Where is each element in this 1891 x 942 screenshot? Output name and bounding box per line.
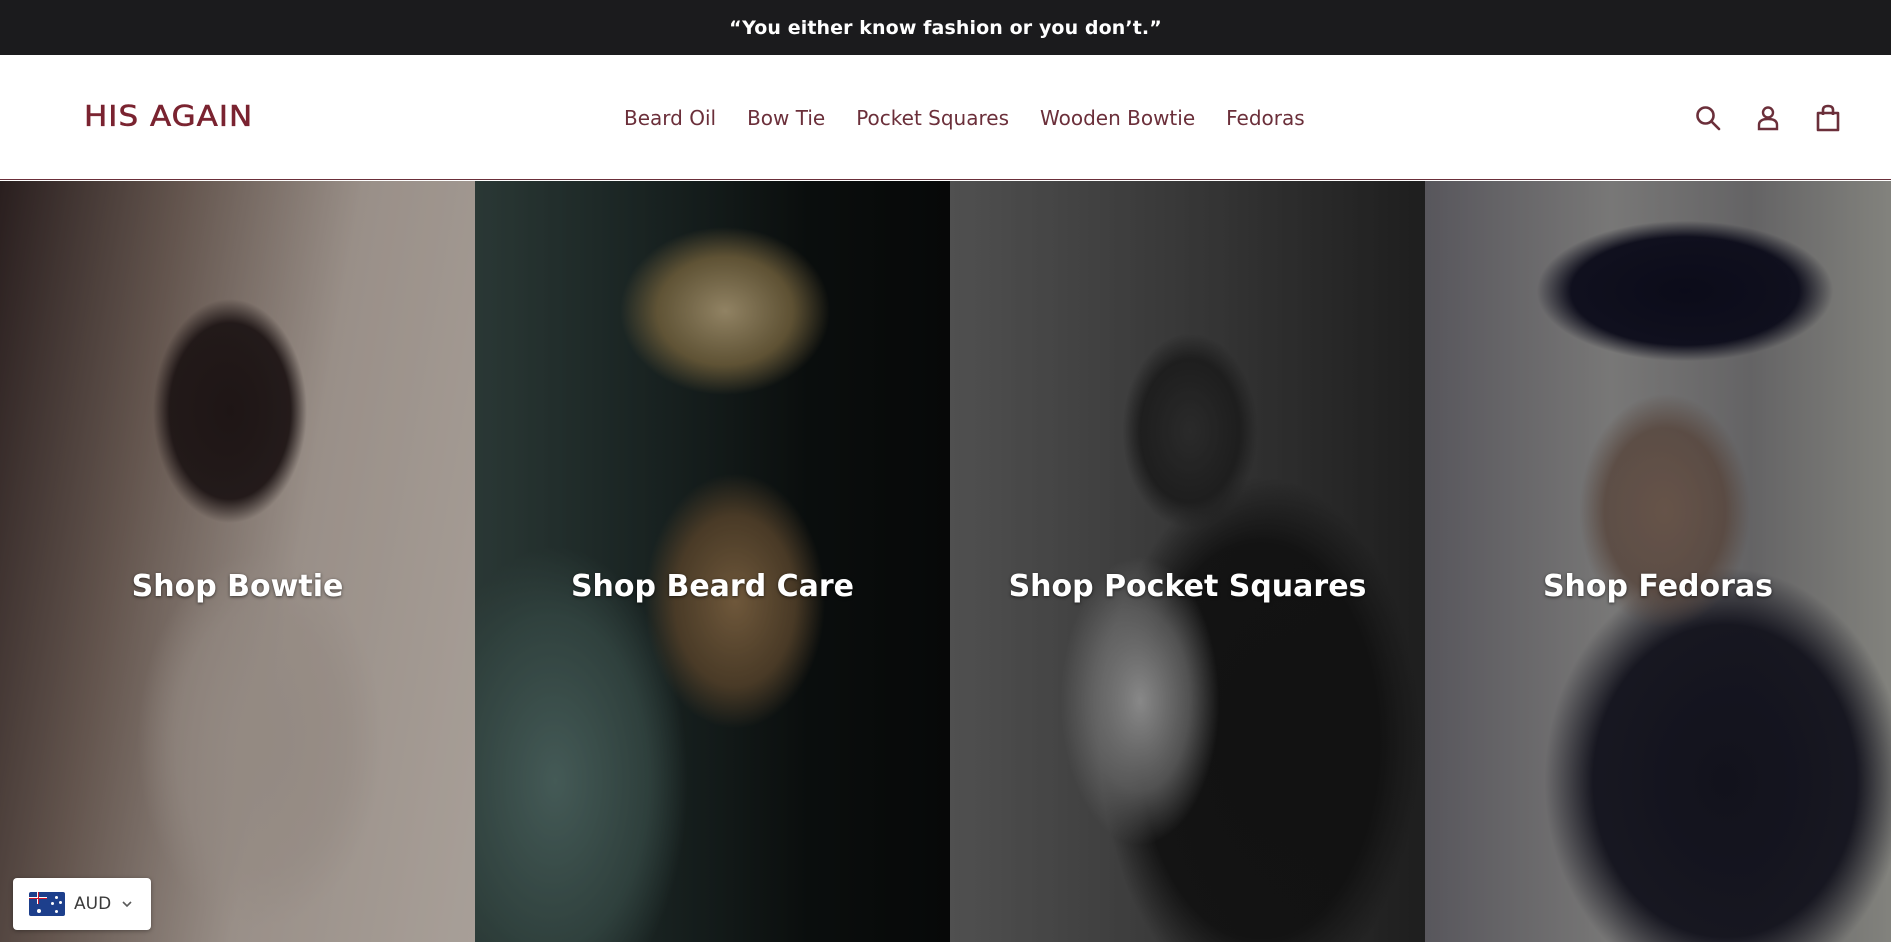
collection-collage: Shop Bowtie Shop Beard Care Shop Pocket … — [0, 181, 1891, 942]
australia-flag-icon — [29, 892, 65, 916]
tile-label: Shop Beard Care — [570, 569, 855, 604]
nav-item-beard-oil[interactable]: Beard Oil — [624, 106, 716, 130]
site-header: HIS AGAIN Beard Oil Bow Tie Pocket Squar… — [0, 55, 1891, 180]
currency-code: AUD — [74, 894, 112, 914]
collection-tile-beard-care[interactable]: Shop Beard Care — [475, 181, 950, 942]
store-logo[interactable]: HIS AGAIN — [84, 100, 253, 134]
chevron-down-icon — [122, 901, 132, 908]
collection-tile-pocket-squares[interactable]: Shop Pocket Squares — [950, 181, 1425, 942]
nav-item-bow-tie[interactable]: Bow Tie — [747, 106, 825, 130]
tile-label: Shop Pocket Squares — [1008, 569, 1367, 604]
account-icon[interactable] — [1753, 103, 1783, 133]
tile-label: Shop Fedoras — [1542, 569, 1774, 604]
announcement-text: “You either know fashion or you don’t.” — [729, 16, 1162, 39]
announcement-bar: “You either know fashion or you don’t.” — [0, 0, 1891, 55]
main-navigation: Beard Oil Bow Tie Pocket Squares Wooden … — [624, 55, 1336, 180]
nav-item-wooden-bowtie[interactable]: Wooden Bowtie — [1040, 106, 1195, 130]
tile-label: Shop Bowtie — [131, 569, 344, 604]
collection-tile-fedoras[interactable]: Shop Fedoras — [1425, 181, 1891, 942]
collection-tile-bowtie[interactable]: Shop Bowtie — [0, 181, 475, 942]
header-icons — [1693, 55, 1843, 180]
nav-item-pocket-squares[interactable]: Pocket Squares — [856, 106, 1009, 130]
search-icon[interactable] — [1693, 103, 1723, 133]
nav-item-fedoras[interactable]: Fedoras — [1226, 106, 1305, 130]
currency-selector[interactable]: AUD — [13, 878, 151, 930]
cart-icon[interactable] — [1813, 103, 1843, 133]
